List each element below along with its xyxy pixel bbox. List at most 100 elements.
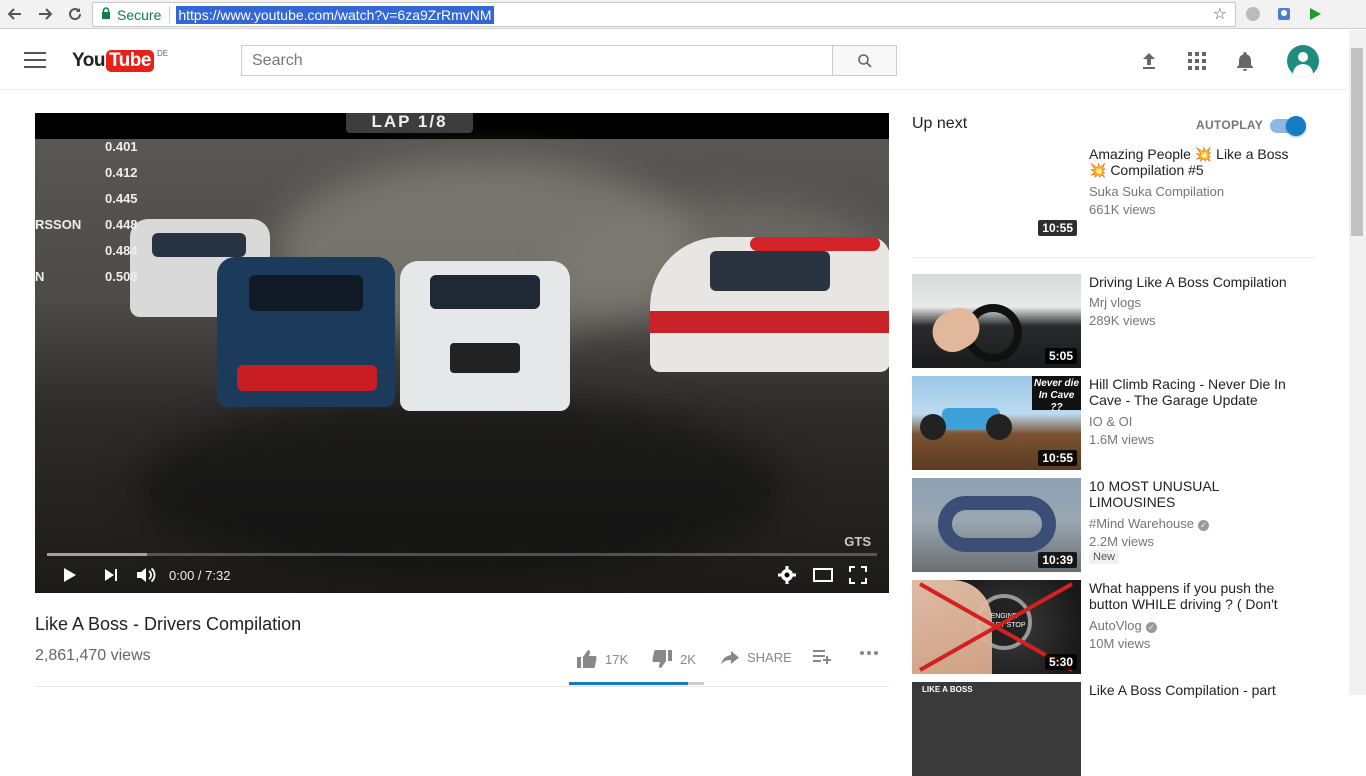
- recommended-title[interactable]: What happens if you push the button WHIL…: [1089, 580, 1309, 612]
- recommended-title[interactable]: Driving Like A Boss Compilation: [1089, 274, 1309, 290]
- profile-extension-icon[interactable]: [1274, 4, 1294, 24]
- play-icon[interactable]: [58, 565, 82, 585]
- video-duration: 5:05: [1044, 348, 1077, 364]
- channel-name-text: #Mind Warehouse: [1089, 516, 1195, 531]
- recommended-video[interactable]: LIKE A BOSS Like A Boss Compilation - pa…: [912, 682, 1312, 776]
- channel-name: AutoVlog ✓: [1089, 618, 1157, 633]
- reload-icon[interactable]: [60, 0, 90, 29]
- logo-tube-text: Tube: [105, 50, 154, 72]
- like-ratio-fill: [569, 682, 688, 685]
- volume-icon[interactable]: [134, 565, 158, 585]
- timing-value: 0.401: [105, 139, 138, 154]
- theater-mode-icon[interactable]: [811, 565, 835, 585]
- view-count: 289K views: [1089, 313, 1156, 328]
- video-frame: [35, 139, 889, 593]
- timing-driver-name: RSSON: [35, 217, 82, 232]
- video-thumbnail[interactable]: LIKE A BOSS: [912, 682, 1081, 776]
- secure-label: Secure: [117, 6, 162, 23]
- rally-car-red-white: [650, 237, 889, 372]
- like-button[interactable]: 17K: [577, 650, 628, 668]
- video-buffer-fill: [47, 553, 147, 556]
- recommended-video[interactable]: 10:39 10 MOST UNUSUAL LIMOUSINES #Mind W…: [912, 478, 1312, 572]
- recommended-video[interactable]: 5:05 Driving Like A Boss Compilation Mrj…: [912, 274, 1312, 368]
- logo-you-text: You: [72, 50, 105, 71]
- view-count: 2,861,470 views: [35, 647, 151, 664]
- account-avatar[interactable]: [1287, 45, 1319, 77]
- autoplay-toggle[interactable]: [1270, 116, 1306, 136]
- video-player[interactable]: LAP 1/8 0.401 0.412 0.445 0.448 0.484 0.…: [35, 113, 889, 593]
- scrollbar-thumb[interactable]: [1351, 48, 1363, 236]
- channel-name: IO & OI: [1089, 414, 1133, 429]
- lock-icon: [101, 7, 111, 22]
- browser-toolbar: Secure https://www.youtube.com/watch?v=6…: [0, 0, 1366, 29]
- view-count: 1.6M views: [1089, 432, 1155, 447]
- rally-car-blue: [217, 257, 395, 407]
- globe-extension-icon[interactable]: [1243, 4, 1263, 24]
- timing-value: 0.445: [105, 191, 138, 206]
- timing-value: 0.508: [105, 269, 138, 284]
- bookmark-star-icon[interactable]: ☆: [1213, 4, 1227, 24]
- video-duration: 5:30: [1044, 654, 1077, 670]
- dislike-count: 2K: [680, 651, 696, 667]
- apps-grid-icon[interactable]: [1186, 50, 1208, 72]
- view-count: 2.2M views: [1089, 534, 1155, 549]
- video-duration: 10:39: [1038, 552, 1077, 568]
- video-thumbnail[interactable]: 10:55: [912, 146, 1081, 240]
- video-thumbnail[interactable]: Never die In Cave ?? 10:55: [912, 376, 1081, 470]
- notifications-bell-icon[interactable]: [1234, 50, 1256, 72]
- hamburger-menu-icon[interactable]: [24, 52, 46, 68]
- lap-counter-overlay: LAP 1/8: [346, 113, 473, 133]
- video-thumbnail[interactable]: ENGINE START STOP 5:30: [912, 580, 1081, 674]
- thumbs-up-icon: [577, 650, 597, 668]
- channel-name: Suka Suka Compilation: [1089, 184, 1225, 199]
- content-divider: [35, 686, 889, 687]
- fullscreen-icon[interactable]: [846, 565, 870, 585]
- next-video-icon[interactable]: [99, 565, 123, 585]
- time-display: 0:00 / 7:32: [169, 568, 231, 583]
- more-options-icon[interactable]: [859, 650, 887, 656]
- thumbnail-caption: LIKE A BOSS: [922, 685, 973, 694]
- new-badge: New: [1089, 550, 1120, 564]
- back-icon[interactable]: [0, 0, 30, 29]
- video-duration: 10:55: [1038, 220, 1077, 236]
- recommended-title[interactable]: Amazing People 💥 Like a Boss 💥 Compilati…: [1089, 146, 1309, 178]
- upload-icon[interactable]: [1138, 50, 1160, 72]
- recommended-video[interactable]: Never die In Cave ?? 10:55 Hill Climb Ra…: [912, 376, 1312, 470]
- verified-check-icon: ✓: [1145, 622, 1157, 633]
- like-count: 17K: [605, 651, 629, 667]
- recommended-video[interactable]: 10:55 Amazing People 💥 Like a Boss 💥 Com…: [912, 146, 1312, 240]
- dislike-button[interactable]: 2K: [652, 650, 696, 668]
- search-button[interactable]: [832, 45, 897, 76]
- channel-name: #Mind Warehouse ✓: [1089, 516, 1210, 531]
- view-count: 10M views: [1089, 636, 1151, 651]
- play-extension-icon[interactable]: [1305, 4, 1325, 24]
- settings-gear-icon[interactable]: [775, 565, 799, 585]
- thumbs-down-icon: [652, 650, 672, 668]
- search-input[interactable]: Search: [241, 45, 833, 76]
- recommended-video[interactable]: ENGINE START STOP 5:30 What happens if y…: [912, 580, 1312, 674]
- recommended-title[interactable]: Like A Boss Compilation - part: [1089, 682, 1309, 698]
- region-code: DE: [156, 49, 169, 58]
- video-thumbnail[interactable]: 5:05: [912, 274, 1081, 368]
- rally-car-audi: [400, 261, 570, 411]
- video-watermark: GTS: [844, 534, 871, 549]
- video-progress-bar[interactable]: [47, 553, 877, 556]
- recommended-title[interactable]: Hill Climb Racing - Never Die In Cave - …: [1089, 376, 1309, 408]
- timing-value: 0.448: [105, 217, 138, 232]
- forward-icon[interactable]: [30, 0, 60, 29]
- video-thumbnail[interactable]: 10:39: [912, 478, 1081, 572]
- video-duration: 10:55: [1038, 450, 1077, 466]
- channel-name: Mrj vlogs: [1089, 295, 1142, 310]
- share-arrow-icon: [721, 650, 739, 665]
- recommended-title[interactable]: 10 MOST UNUSUAL LIMOUSINES: [1089, 478, 1309, 510]
- address-separator: [169, 6, 171, 23]
- up-next-heading: Up next: [912, 115, 968, 132]
- share-button[interactable]: SHARE: [721, 650, 792, 665]
- channel-name-text: AutoVlog: [1089, 618, 1142, 633]
- add-to-playlist-icon[interactable]: [813, 650, 839, 664]
- youtube-logo[interactable]: You Tube DE: [72, 49, 169, 72]
- timing-value: 0.484: [105, 243, 138, 258]
- url-text[interactable]: https://www.youtube.com/watch?v=6za9ZrRm…: [176, 5, 494, 24]
- address-bar[interactable]: Secure https://www.youtube.com/watch?v=6…: [92, 2, 1236, 27]
- page-scrollbar[interactable]: [1349, 30, 1366, 695]
